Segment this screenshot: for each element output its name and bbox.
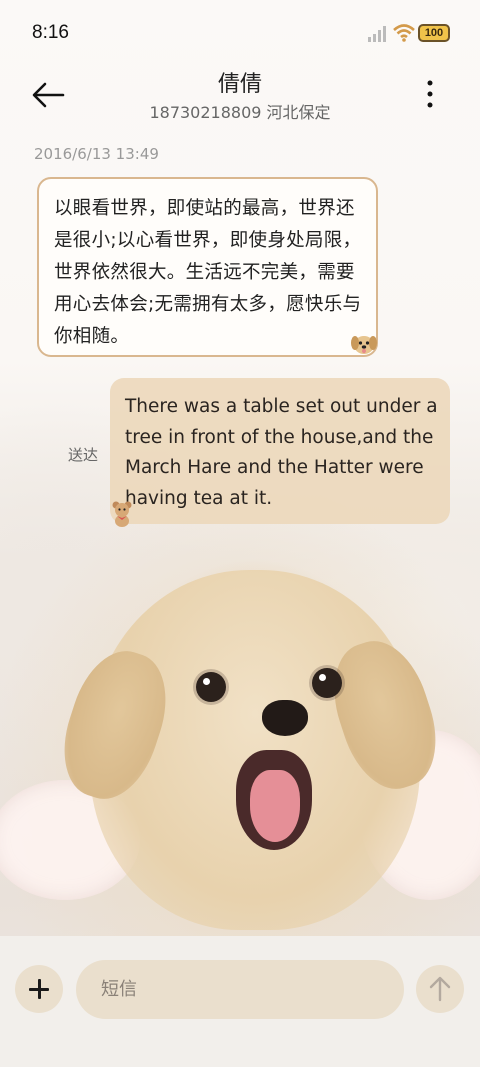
wallpaper-puppy-eye-left <box>196 672 226 702</box>
send-button[interactable] <box>416 965 464 1013</box>
outgoing-message-text: There was a table set out under a tree i… <box>125 396 438 509</box>
wallpaper-puppy-nose <box>262 700 308 736</box>
contact-detail: 18730218809 河北保定 <box>149 103 331 122</box>
wallpaper-puppy-tongue <box>250 770 300 842</box>
battery-icon: 100 <box>418 24 450 42</box>
wifi-icon <box>393 24 415 42</box>
message-input[interactable] <box>76 960 404 1019</box>
status-bar: 8:16 100 <box>0 0 480 64</box>
contact-name: 倩倩 <box>217 72 262 97</box>
attach-button[interactable] <box>15 965 63 1013</box>
incoming-message-text: 以眼看世界，即使站的最高，世界还是很小;以心看世界，即使身处局限，世界依然很大。… <box>54 198 362 347</box>
puppy-sticker-icon <box>351 336 377 354</box>
delivery-status: 送达 <box>68 446 99 464</box>
incoming-message-bubble[interactable]: 以眼看世界，即使站的最高，世界还是很小;以心看世界，即使身处局限，世界依然很大。… <box>37 177 378 357</box>
status-time: 8:16 <box>32 22 69 43</box>
bear-sticker-icon <box>112 501 132 527</box>
wallpaper-puppy-eye-right <box>312 668 342 698</box>
more-vertical-icon <box>427 80 433 108</box>
send-arrow-icon <box>429 976 451 1002</box>
more-button[interactable] <box>418 78 442 110</box>
signal-icon <box>368 26 386 42</box>
outgoing-message-bubble[interactable]: There was a table set out under a tree i… <box>110 378 450 524</box>
message-timestamp: 2016/6/13 13:49 <box>34 145 159 163</box>
